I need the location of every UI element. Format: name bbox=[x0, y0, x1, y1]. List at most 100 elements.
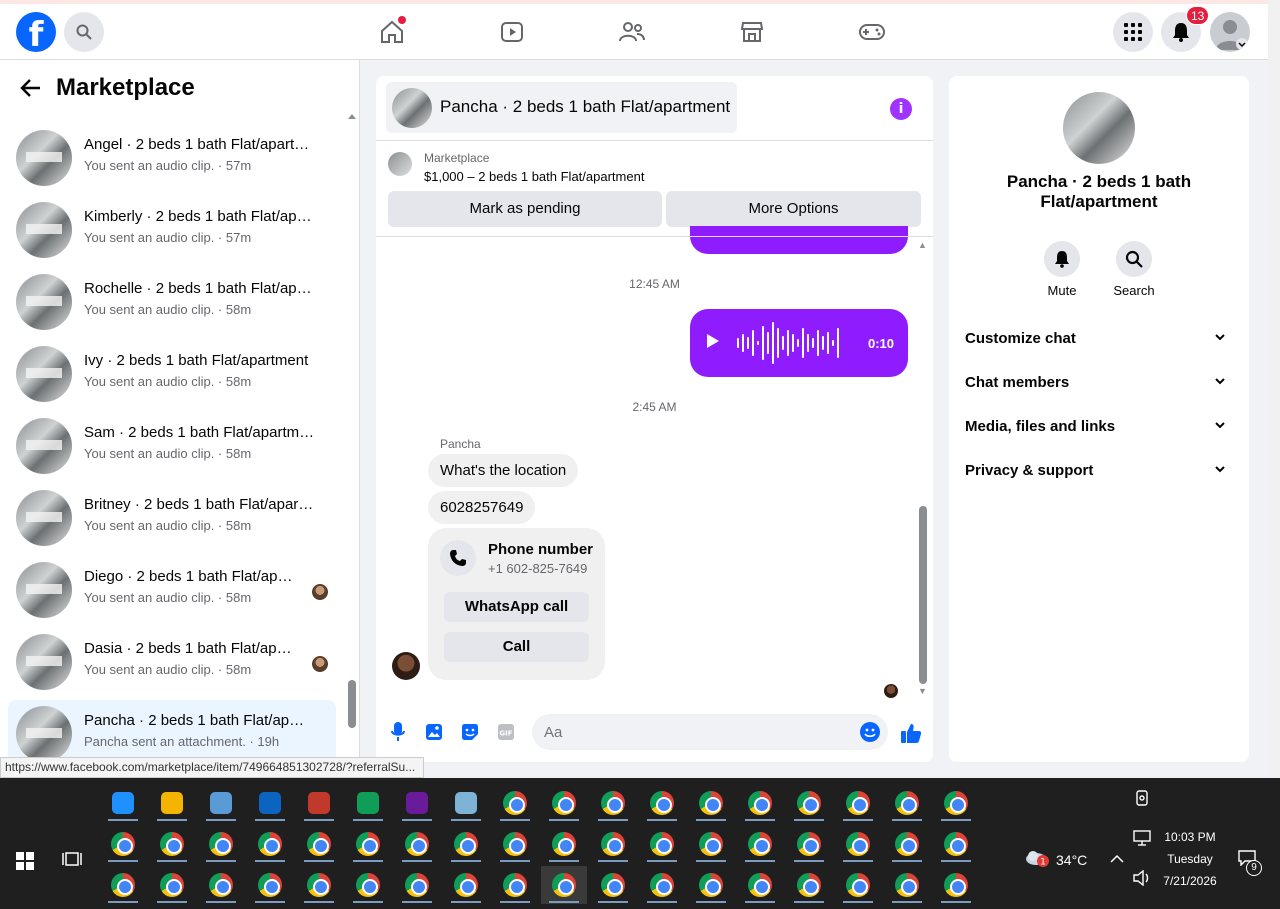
nav-home[interactable] bbox=[376, 16, 408, 48]
taskbar-chrome-window[interactable] bbox=[296, 866, 342, 904]
conversation-item[interactable]: Dasia · 2 beds 1 bath Flat/apartment You… bbox=[8, 628, 336, 696]
network-icon[interactable] bbox=[1133, 830, 1151, 846]
chat-scrollbar-thumb[interactable] bbox=[919, 506, 927, 684]
clock-date[interactable]: 7/21/2026 bbox=[1156, 874, 1224, 888]
mute-button[interactable] bbox=[1044, 241, 1080, 277]
taskbar-chrome-window[interactable] bbox=[198, 825, 244, 863]
conversation-item[interactable]: Diego · 2 beds 1 bath Flat/apartment You… bbox=[8, 556, 336, 624]
mute-action[interactable]: Mute bbox=[1032, 241, 1092, 298]
message-input[interactable] bbox=[544, 721, 844, 743]
taskbar-chrome-window[interactable] bbox=[345, 866, 391, 904]
taskbar-chrome-window[interactable] bbox=[639, 825, 685, 863]
taskbar-chrome-window[interactable] bbox=[933, 866, 979, 904]
task-view-icon[interactable] bbox=[62, 850, 82, 868]
sticker-button[interactable] bbox=[460, 722, 480, 742]
search-action[interactable]: Search bbox=[1104, 241, 1164, 298]
more-options-button[interactable]: More Options bbox=[666, 191, 921, 227]
info-icon[interactable]: i bbox=[890, 98, 912, 120]
scroll-up-arrow-icon[interactable] bbox=[347, 112, 357, 120]
clock-time[interactable]: 10:03 PM bbox=[1160, 830, 1220, 844]
taskbar-pinned-app[interactable] bbox=[296, 784, 342, 822]
media-files-links-section[interactable]: Media, files and links bbox=[965, 418, 1233, 440]
play-icon[interactable] bbox=[706, 333, 720, 349]
taskbar-chrome-window[interactable] bbox=[590, 866, 636, 904]
taskbar-chrome-window[interactable] bbox=[786, 825, 832, 863]
taskbar-chrome-window[interactable] bbox=[198, 866, 244, 904]
nav-marketplace[interactable] bbox=[736, 16, 768, 48]
taskbar-chrome-window[interactable] bbox=[884, 784, 930, 822]
attach-photo-button[interactable] bbox=[424, 722, 444, 742]
taskbar-pinned-app[interactable] bbox=[198, 784, 244, 822]
message-composer[interactable] bbox=[532, 714, 888, 750]
customize-chat-section[interactable]: Customize chat bbox=[965, 330, 1233, 352]
search-button[interactable] bbox=[64, 12, 104, 52]
weather-temperature[interactable]: 34°C bbox=[1056, 852, 1087, 868]
nav-video[interactable] bbox=[496, 16, 528, 48]
taskbar-pinned-app[interactable] bbox=[394, 784, 440, 822]
left-scrollbar-thumb[interactable] bbox=[348, 680, 356, 728]
taskbar-chrome-window[interactable] bbox=[492, 866, 538, 904]
taskbar-chrome-window[interactable] bbox=[835, 784, 881, 822]
taskbar-chrome-window[interactable] bbox=[933, 825, 979, 863]
taskbar-chrome-window[interactable] bbox=[296, 825, 342, 863]
taskbar-chrome-window[interactable] bbox=[835, 825, 881, 863]
start-windows-icon[interactable] bbox=[16, 852, 34, 870]
taskbar-chrome-window[interactable] bbox=[541, 784, 587, 822]
received-message[interactable]: What's the location bbox=[428, 454, 579, 487]
chat-members-section[interactable]: Chat members bbox=[965, 374, 1233, 396]
chevron-up-icon[interactable] bbox=[1110, 854, 1124, 863]
device-icon[interactable] bbox=[1134, 790, 1150, 806]
taskbar-chrome-window[interactable] bbox=[149, 866, 195, 904]
mark-as-pending-button[interactable]: Mark as pending bbox=[388, 191, 662, 227]
taskbar-chrome-window[interactable] bbox=[639, 784, 685, 822]
gif-button[interactable]: GIF bbox=[496, 722, 516, 742]
taskbar-chrome-window[interactable] bbox=[688, 784, 734, 822]
conversation-item[interactable]: Kimberly · 2 beds 1 bath Flat/apartment … bbox=[8, 196, 336, 264]
taskbar-chrome-window[interactable] bbox=[835, 866, 881, 904]
nav-friends[interactable] bbox=[616, 16, 648, 48]
contact-avatar[interactable] bbox=[392, 652, 420, 680]
taskbar-chrome-window[interactable] bbox=[100, 866, 146, 904]
taskbar-chrome-window[interactable] bbox=[492, 784, 538, 822]
taskbar-chrome-window[interactable] bbox=[149, 825, 195, 863]
taskbar-pinned-app[interactable] bbox=[149, 784, 195, 822]
taskbar-chrome-window[interactable] bbox=[345, 825, 391, 863]
voice-clip-button[interactable] bbox=[388, 722, 408, 742]
scroll-up-arrow-icon[interactable]: ▲ bbox=[918, 240, 927, 250]
conversation-item[interactable]: Angel · 2 beds 1 bath Flat/apartment You… bbox=[8, 124, 336, 192]
taskbar-chrome-window[interactable] bbox=[590, 825, 636, 863]
conversation-item[interactable]: Sam · 2 beds 1 bath Flat/apartment You s… bbox=[8, 412, 336, 480]
emoji-icon[interactable] bbox=[860, 722, 880, 742]
conversation-item[interactable]: Rochelle · 2 beds 1 bath Flat/apartment … bbox=[8, 268, 336, 336]
taskbar-chrome-window[interactable] bbox=[737, 784, 783, 822]
taskbar-chrome-window[interactable] bbox=[884, 866, 930, 904]
taskbar-chrome-window[interactable] bbox=[590, 784, 636, 822]
taskbar-pinned-app[interactable] bbox=[247, 784, 293, 822]
clock-day[interactable]: Tuesday bbox=[1160, 852, 1220, 866]
page-scrollbar[interactable] bbox=[1268, 0, 1280, 778]
whatsapp-call-button[interactable]: WhatsApp call bbox=[444, 592, 589, 622]
taskbar-chrome-window[interactable] bbox=[541, 825, 587, 863]
taskbar-chrome-window[interactable] bbox=[737, 866, 783, 904]
taskbar-chrome-window[interactable] bbox=[639, 866, 685, 904]
taskbar-chrome-window[interactable] bbox=[933, 784, 979, 822]
privacy-support-section[interactable]: Privacy & support bbox=[965, 462, 1233, 484]
taskbar-chrome-window[interactable] bbox=[100, 825, 146, 863]
taskbar-chrome-window[interactable] bbox=[394, 825, 440, 863]
taskbar-chrome-window[interactable] bbox=[884, 825, 930, 863]
taskbar-pinned-app[interactable] bbox=[100, 784, 146, 822]
search-in-conversation-button[interactable] bbox=[1116, 241, 1152, 277]
taskbar-pinned-app[interactable] bbox=[443, 784, 489, 822]
conversation-item[interactable]: Ivy · 2 beds 1 bath Flat/apartment You s… bbox=[8, 340, 336, 408]
weather-cloud-icon[interactable]: 1 bbox=[1024, 846, 1050, 868]
taskbar-chrome-window[interactable] bbox=[786, 784, 832, 822]
volume-icon[interactable] bbox=[1133, 870, 1151, 886]
taskbar-chrome-window[interactable] bbox=[247, 825, 293, 863]
call-button[interactable]: Call bbox=[444, 632, 589, 662]
sent-audio-bubble-partial[interactable] bbox=[690, 226, 908, 254]
taskbar-chrome-window[interactable] bbox=[737, 825, 783, 863]
menu-button[interactable] bbox=[1113, 12, 1153, 52]
taskbar-chrome-window[interactable] bbox=[688, 866, 734, 904]
taskbar-pinned-app[interactable] bbox=[345, 784, 391, 822]
scroll-down-arrow-icon[interactable]: ▼ bbox=[918, 686, 927, 696]
